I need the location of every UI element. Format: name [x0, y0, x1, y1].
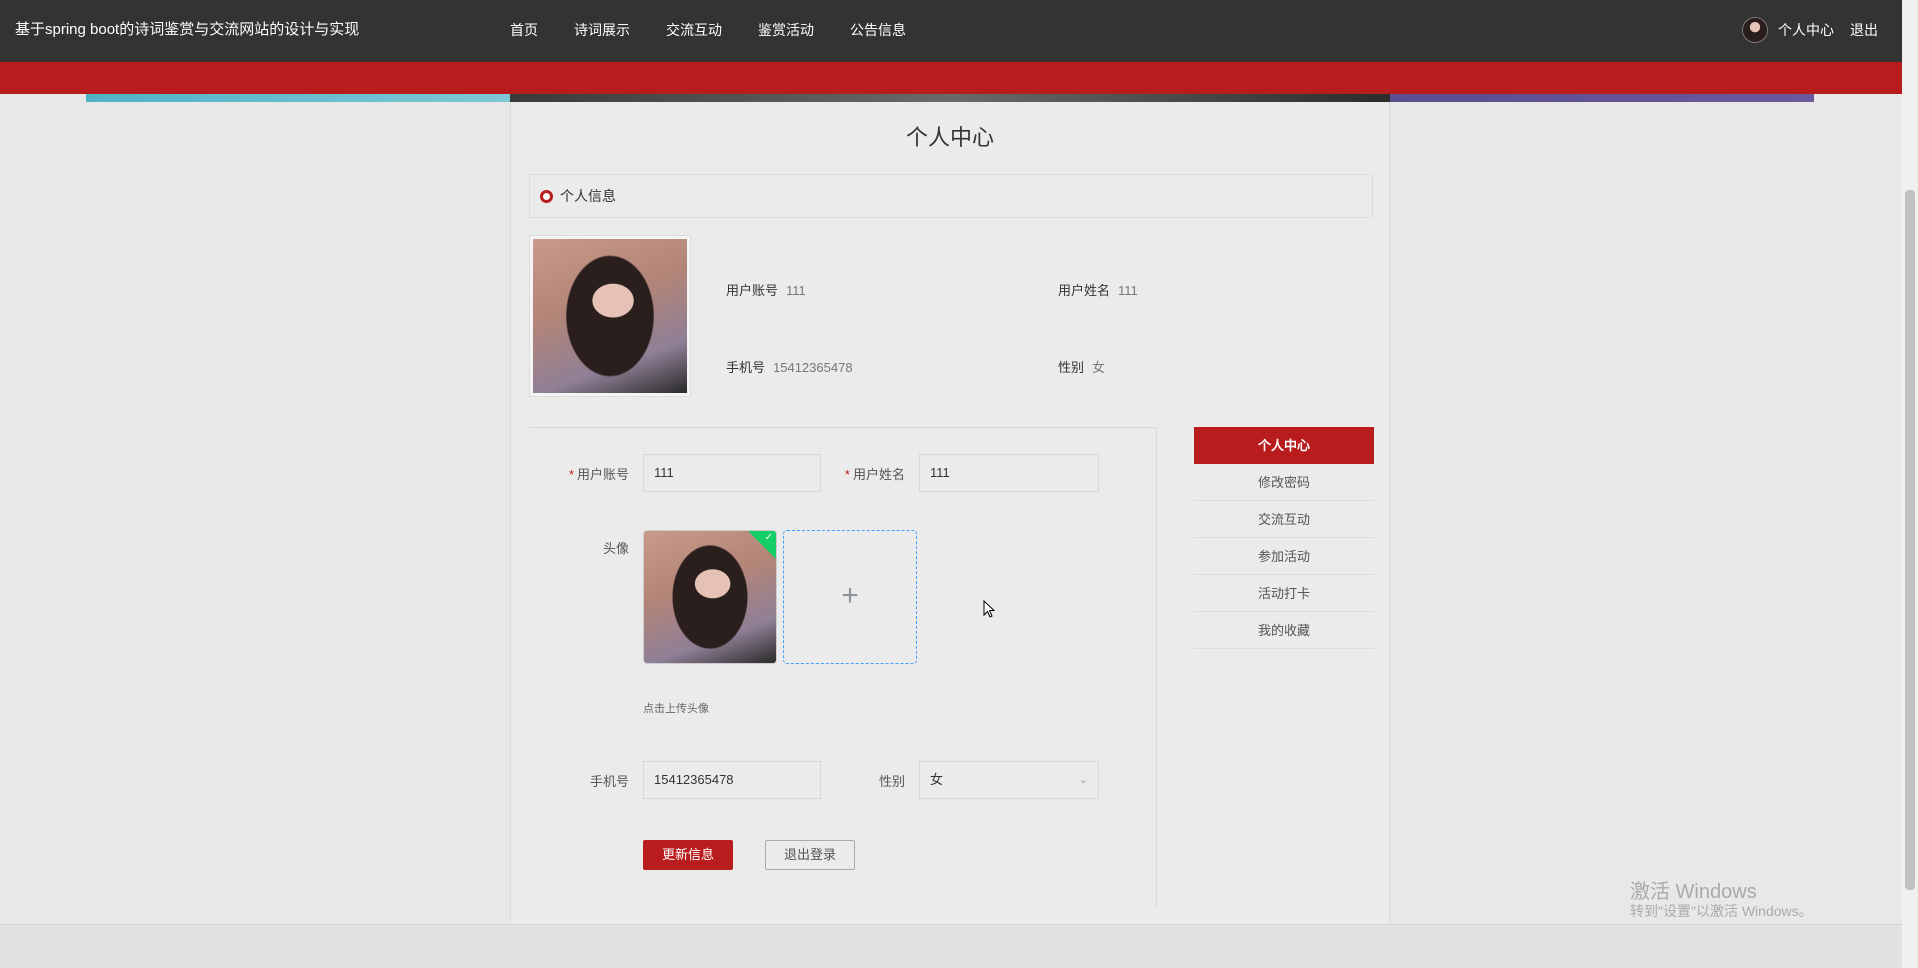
plus-icon: + — [841, 579, 859, 612]
form-gender-label: 性别 — [878, 774, 905, 789]
nav-activities[interactable]: 鉴赏活动 — [758, 0, 814, 60]
required-mark: * — [844, 467, 850, 482]
form-phone-label: 手机号 — [589, 774, 629, 789]
form-avatar-label: 头像 — [602, 541, 629, 556]
info-account-label: 用户账号 — [726, 283, 779, 298]
side-item-favorites[interactable]: 我的收藏 — [1194, 612, 1374, 649]
activation-watermark-title: 激活 Windows — [1630, 881, 1757, 903]
side-item-user-center[interactable]: 个人中心 — [1194, 427, 1374, 464]
logout-button[interactable]: 退出登录 — [765, 840, 855, 870]
info-gender-value: 女 — [1092, 360, 1106, 375]
info-phone: 手机号 15412365478 — [726, 357, 853, 376]
profile-photo — [529, 235, 691, 397]
nav-announcements[interactable]: 公告信息 — [850, 0, 906, 60]
info-account-value: 111 — [786, 283, 806, 298]
upload-hint: 点击上传头像 — [643, 703, 709, 715]
nav-forum[interactable]: 交流互动 — [666, 0, 722, 60]
logout-link[interactable]: 退出 — [1850, 20, 1878, 40]
banner-strip — [0, 62, 1902, 94]
side-menu: 个人中心 修改密码 交流互动 参加活动 活动打卡 我的收藏 — [1194, 427, 1374, 649]
page-title: 个人中心 — [905, 125, 994, 150]
info-gender: 性别女 — [1058, 357, 1105, 376]
info-name-label: 用户姓名 — [1058, 283, 1111, 298]
section-title: 个人信息 — [560, 188, 616, 204]
profile-photo-image — [533, 239, 687, 393]
uploaded-avatar-image — [644, 531, 776, 663]
banner-image-center — [510, 94, 1390, 102]
form-name-label: * 用户姓名 — [815, 464, 905, 483]
activation-watermark-subtitle: 转到"设置"以激活 Windows。 — [1630, 903, 1813, 919]
side-item-checkin[interactable]: 活动打卡 — [1194, 575, 1374, 612]
uploaded-avatar-thumb[interactable]: ✓ — [643, 530, 777, 664]
mouse-cursor-icon — [983, 600, 995, 618]
info-gender-label: 性别 — [1058, 360, 1085, 375]
info-name-value: 111 — [1118, 283, 1138, 298]
side-item-change-password[interactable]: 修改密码 — [1194, 464, 1374, 501]
scrollbar-thumb[interactable] — [1905, 190, 1915, 890]
main-panel: 个人中心 个人信息 用户账号 111 用户姓名 111 手机号 15412365478… — [510, 102, 1390, 924]
nav-home[interactable]: 首页 — [510, 0, 538, 60]
section-header: 个人信息 — [529, 174, 1373, 218]
form-account-label-text: 用户账号 — [576, 467, 629, 482]
update-info-button[interactable]: 更新信息 — [643, 840, 733, 870]
user-area: 个人中心 退出 — [1742, 0, 1878, 60]
banner-image-left — [86, 94, 510, 102]
site-title: 基于spring boot的诗词鉴赏与交流网站的设计与实现 — [15, 21, 360, 38]
profile-form: * 用户账号 111 * 用户姓名 111 头像 ✓ + 点击上传头像 手机号 15… — [529, 427, 1157, 907]
side-item-forum[interactable]: 交流互动 — [1194, 501, 1374, 538]
gender-select-value: 女 — [930, 772, 944, 787]
main-nav: 首页 诗词展示 交流互动 鉴赏活动 公告信息 — [510, 0, 942, 60]
phone-input[interactable]: 15412365478 — [643, 761, 821, 799]
form-name-label-text: 用户姓名 — [852, 467, 905, 482]
required-mark: * — [568, 467, 574, 482]
radio-dot-icon — [540, 190, 553, 203]
avatar-upload-button[interactable]: + — [783, 530, 917, 664]
nav-poetry[interactable]: 诗词展示 — [574, 0, 630, 60]
user-center-link[interactable]: 个人中心 — [1778, 20, 1834, 40]
info-name: 用户姓名 111 — [1058, 280, 1138, 299]
avatar[interactable] — [1742, 17, 1768, 43]
info-phone-label: 手机号 — [726, 360, 766, 375]
footer-strip — [0, 924, 1902, 968]
top-navbar: 基于spring boot的诗词鉴赏与交流网站的设计与实现 首页 诗词展示 交流… — [0, 0, 1902, 62]
info-phone-value: 15412365478 — [773, 360, 853, 375]
banner-image-right — [1390, 94, 1814, 102]
scrollbar[interactable] — [1902, 0, 1918, 968]
gender-select[interactable]: 女 ⌄ — [919, 761, 1099, 799]
check-icon: ✓ — [764, 532, 773, 543]
name-input[interactable]: 111 — [919, 454, 1099, 492]
account-input[interactable]: 111 — [643, 454, 821, 492]
form-account-label: * 用户账号 — [539, 464, 629, 483]
info-account: 用户账号 111 — [726, 280, 806, 299]
chevron-down-icon: ⌄ — [1078, 774, 1088, 786]
side-item-join-activity[interactable]: 参加活动 — [1194, 538, 1374, 575]
